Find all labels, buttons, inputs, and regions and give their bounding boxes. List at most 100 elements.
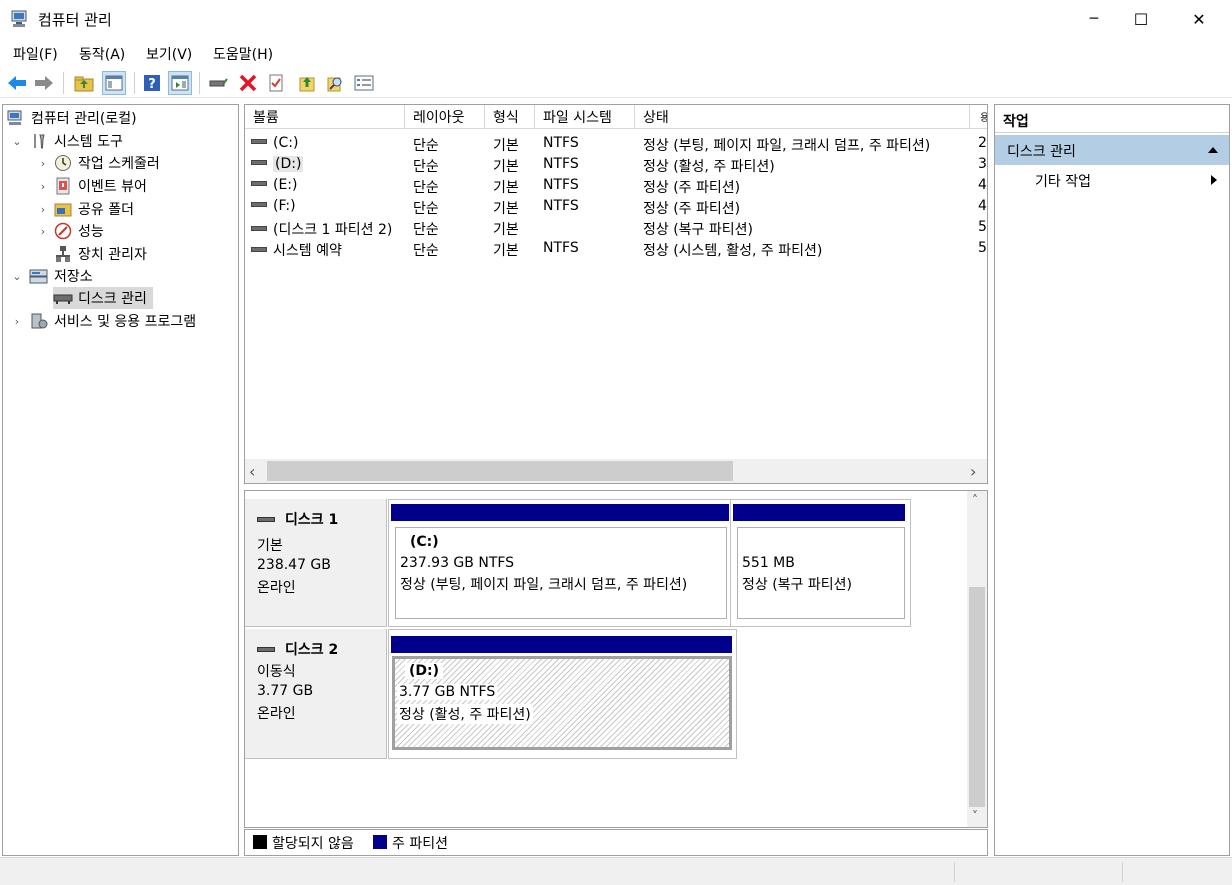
show-hide-tree-icon <box>105 75 123 91</box>
partition-status: 정상 (부팅, 페이지 파일, 크래시 덤프, 주 파티션) <box>400 577 688 593</box>
scroll-left-icon[interactable]: ‹ <box>249 462 255 481</box>
disk-size: 238.47 GB <box>257 557 331 573</box>
menu-help[interactable]: 도움말(H) <box>213 44 273 64</box>
tree-item-device-manager[interactable]: 장치 관리자 <box>53 243 147 265</box>
chevron-right-icon[interactable]: › <box>38 175 48 197</box>
primary-partition-bar <box>391 504 729 521</box>
scroll-down-icon[interactable]: ˅ <box>972 809 978 823</box>
check-icon <box>269 74 283 92</box>
disk-2-label[interactable]: 디스크 2 이동식 3.77 GB 온라인 <box>245 629 387 759</box>
volume-row[interactable]: (E:) 단순 기본 NTFS 정상 (주 파티션) 44 <box>245 175 987 196</box>
minimize-button[interactable]: ─ <box>1071 0 1117 38</box>
partition-d[interactable]: (D:) 3.77 GB NTFS 정상 (활성, 주 파티션) <box>388 629 737 759</box>
volume-cell-cap: 3. <box>978 156 987 172</box>
back-button[interactable] <box>5 71 29 95</box>
column-header-filesystem[interactable]: 파일 시스템 <box>535 105 635 129</box>
legend-primary: 주 파티션 <box>392 836 448 852</box>
tree-item-system-tools[interactable]: 시스템 도구 <box>29 130 123 152</box>
volume-cell-type: 기본 <box>493 243 519 259</box>
vertical-scroll-thumb[interactable] <box>969 587 985 807</box>
actions-more-tasks[interactable]: 기타 작업 <box>995 167 1229 193</box>
volume-row[interactable]: (C:) 단순 기본 NTFS 정상 (부팅, 페이지 파일, 크래시 덤프, 주 파티… <box>245 133 987 154</box>
chevron-right-icon[interactable]: › <box>38 220 48 242</box>
tree-item-disk-management[interactable]: 디스크 관리 <box>53 287 153 309</box>
horizontal-scrollbar[interactable]: ‹ › <box>245 459 987 483</box>
disk-1-label[interactable]: 디스크 1 기본 238.47 GB 온라인 <box>245 499 387 627</box>
disk-name: 디스크 1 <box>285 512 339 528</box>
properties-check-button[interactable] <box>264 71 288 95</box>
partition-d-body: (D:) 3.77 GB NTFS 정상 (활성, 주 파티션) <box>392 656 732 750</box>
volume-cell-cap: 44 <box>978 177 987 193</box>
help-button[interactable]: ? <box>140 71 164 95</box>
menu-action[interactable]: 동작(A) <box>79 44 125 64</box>
vertical-scrollbar[interactable]: ˄ ˅ <box>967 491 987 827</box>
maximize-icon: ☐ <box>1133 9 1149 29</box>
volume-cell-fs: NTFS <box>543 135 579 151</box>
properties-icon <box>354 75 374 91</box>
up-one-level-button[interactable] <box>72 71 96 95</box>
close-icon: ✕ <box>1192 9 1206 29</box>
menu-view[interactable]: 보기(V) <box>146 44 192 64</box>
volume-row[interactable]: (디스크 1 파티션 2) 단순 기본 정상 (복구 파티션) 55 <box>245 217 987 239</box>
connect-button[interactable] <box>206 71 230 95</box>
column-header-layout[interactable]: 레이아웃 <box>405 105 485 129</box>
tree-label: 공유 폴더 <box>78 202 134 218</box>
drive-icon <box>251 159 267 165</box>
maximize-button[interactable]: ☐ <box>1118 0 1164 38</box>
tree-item-storage[interactable]: 저장소 <box>29 265 93 287</box>
action-pane-icon <box>171 75 189 91</box>
menu-file[interactable]: 파일(F) <box>13 44 58 64</box>
tree-item-computer-management[interactable]: 컴퓨터 관리(로컬) <box>6 107 137 129</box>
partition-size: 237.93 GB NTFS <box>400 555 515 571</box>
tree-item-event-viewer[interactable]: 이벤트 뷰어 <box>53 175 147 197</box>
volume-row[interactable]: (F:) 단순 기본 NTFS 정상 (주 파티션) 48 <box>245 196 987 217</box>
horizontal-scroll-thumb[interactable] <box>267 461 733 481</box>
column-header-status[interactable]: 상태 <box>635 105 970 129</box>
delete-button[interactable] <box>236 71 260 95</box>
volume-cell-name: (D:) <box>251 156 304 172</box>
shared-folder-icon <box>53 199 73 219</box>
volume-name: (F:) <box>273 198 296 214</box>
volume-cell-cap: 23 <box>978 135 987 151</box>
partition-name: (D:) <box>405 663 444 679</box>
chevron-down-icon[interactable]: ⌄ <box>12 130 22 152</box>
volume-cell-name: (디스크 1 파티션 2) <box>251 219 392 239</box>
show-hide-tree-button[interactable] <box>102 71 126 95</box>
forward-button[interactable] <box>32 71 56 95</box>
volume-row[interactable]: 시스템 예약 단순 기본 NTFS 정상 (시스템, 활성, 주 파티션) 57 <box>245 238 987 259</box>
column-header-capacity[interactable]: 용 <box>970 105 987 129</box>
find-button[interactable] <box>323 71 347 95</box>
scroll-right-icon[interactable]: › <box>970 462 976 481</box>
toolbar: ? <box>0 68 1232 98</box>
submenu-arrow-icon <box>1211 175 1217 185</box>
actions-section-disk-management[interactable]: 디스크 관리 <box>995 135 1229 165</box>
partition-size: 551 MB <box>742 555 795 571</box>
action-pane-button[interactable] <box>168 71 192 95</box>
export-button[interactable] <box>295 71 319 95</box>
partition-recovery-body: 551 MB 정상 (복구 파티션) <box>737 527 905 619</box>
column-header-volume[interactable]: 볼륨 <box>245 105 405 129</box>
chevron-right-icon[interactable]: › <box>12 310 22 332</box>
volume-cell-status: 정상 (주 파티션) <box>643 201 741 217</box>
close-button[interactable]: ✕ <box>1176 0 1222 38</box>
partition-c[interactable]: (C:) 237.93 GB NTFS 정상 (부팅, 페이지 파일, 크래시 … <box>388 499 732 627</box>
chevron-right-icon[interactable]: › <box>38 198 48 220</box>
column-header-type[interactable]: 형식 <box>485 105 535 129</box>
primary-swatch <box>373 835 387 849</box>
volume-cell-name: (F:) <box>251 198 296 214</box>
chevron-down-icon[interactable]: ⌄ <box>12 265 22 287</box>
tree-item-services-apps[interactable]: 서비스 및 응용 프로그램 <box>29 310 196 332</box>
tree-item-task-scheduler[interactable]: 작업 스케줄러 <box>53 152 160 174</box>
minimize-icon: ─ <box>1089 11 1099 27</box>
actions-title: 작업 <box>1003 114 1029 130</box>
chevron-right-icon[interactable]: › <box>38 152 48 174</box>
partition-recovery[interactable]: 551 MB 정상 (복구 파티션) <box>730 499 911 627</box>
view-properties-button[interactable] <box>352 71 376 95</box>
help-icon: ? <box>144 75 160 92</box>
scroll-up-icon[interactable]: ˄ <box>972 493 978 507</box>
tree-item-performance[interactable]: 성능 <box>53 220 104 242</box>
navigation-tree: 컴퓨터 관리(로컬) ⌄ 시스템 도구 › 작업 스케줄러 › 이벤트 뷰어 ›… <box>2 104 239 856</box>
volume-row[interactable]: (D:) 단순 기본 NTFS 정상 (활성, 주 파티션) 3. <box>245 154 987 175</box>
tree-item-shared-folders[interactable]: 공유 폴더 <box>53 198 134 220</box>
disk-size: 3.77 GB <box>257 683 314 699</box>
